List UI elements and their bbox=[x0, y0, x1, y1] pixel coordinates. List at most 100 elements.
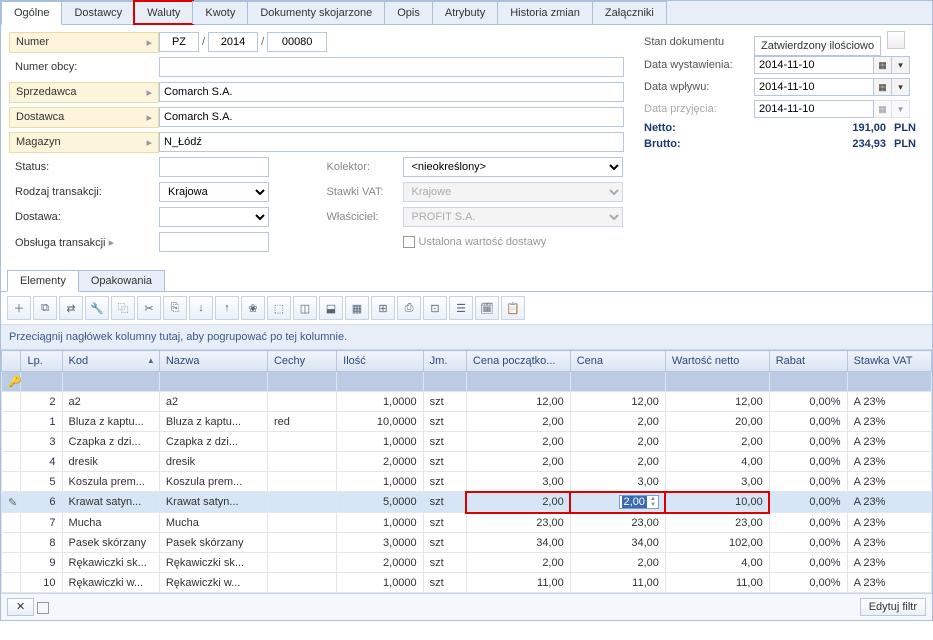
cell[interactable]: szt bbox=[423, 573, 466, 593]
cell[interactable]: 34,00 bbox=[466, 533, 570, 553]
table-row[interactable]: 9Rękawiczki sk...Rękawiczki sk...2,0000s… bbox=[2, 553, 932, 573]
cell[interactable]: 12,00 bbox=[665, 392, 769, 412]
status-input[interactable] bbox=[159, 157, 269, 177]
cell[interactable]: 2,00 bbox=[570, 412, 665, 432]
filter-row[interactable]: 🔑 bbox=[2, 372, 932, 392]
cell[interactable]: Rękawiczki w... bbox=[62, 573, 159, 593]
cell[interactable]: 2,00 bbox=[466, 412, 570, 432]
cell[interactable] bbox=[2, 392, 21, 412]
cell[interactable]: A 23% bbox=[847, 492, 931, 513]
dropdown-icon[interactable]: ▾ bbox=[892, 56, 910, 74]
column-header[interactable]: Rabat bbox=[769, 351, 847, 372]
cell[interactable]: Rękawiczki sk... bbox=[159, 553, 267, 573]
column-header[interactable] bbox=[2, 351, 21, 372]
cell[interactable]: 5,0000 bbox=[337, 492, 424, 513]
cell[interactable]: 3,00 bbox=[665, 472, 769, 492]
cell[interactable]: szt bbox=[423, 533, 466, 553]
cell[interactable]: 2,00 bbox=[466, 452, 570, 472]
cell[interactable]: 3,00 bbox=[466, 472, 570, 492]
cell[interactable]: 0,00% bbox=[769, 533, 847, 553]
cell[interactable]: 2,00 bbox=[665, 432, 769, 452]
tab-dokumenty-skojarzone[interactable]: Dokumenty skojarzone bbox=[247, 1, 385, 24]
cell[interactable]: 2,00 bbox=[570, 452, 665, 472]
toolbar-button-8[interactable]: ↑ bbox=[215, 296, 239, 320]
obsluga-input[interactable] bbox=[159, 232, 269, 252]
cell[interactable]: 2,0000 bbox=[337, 452, 424, 472]
cell[interactable]: Rękawiczki sk... bbox=[62, 553, 159, 573]
cell[interactable]: 102,00 bbox=[665, 533, 769, 553]
toolbar-button-17[interactable]: ☰ bbox=[449, 296, 473, 320]
toolbar-button-5[interactable]: ✂ bbox=[137, 296, 161, 320]
cell[interactable]: A 23% bbox=[847, 412, 931, 432]
cell[interactable] bbox=[2, 533, 21, 553]
sprzedawca-input[interactable] bbox=[159, 82, 624, 102]
dostawa-select[interactable] bbox=[159, 207, 269, 227]
cell[interactable]: 20,00 bbox=[665, 412, 769, 432]
cell[interactable]: 9 bbox=[21, 553, 62, 573]
cell[interactable]: Koszula prem... bbox=[159, 472, 267, 492]
table-row[interactable]: 5Koszula prem...Koszula prem...1,0000szt… bbox=[2, 472, 932, 492]
toolbar-button-14[interactable]: ⊞ bbox=[371, 296, 395, 320]
dostawca-input[interactable] bbox=[159, 107, 624, 127]
cell[interactable]: Czapka z dzi... bbox=[62, 432, 159, 452]
cell[interactable]: 0,00% bbox=[769, 472, 847, 492]
toolbar-button-7[interactable]: ↓ bbox=[189, 296, 213, 320]
toolbar-button-11[interactable]: ◫ bbox=[293, 296, 317, 320]
cell[interactable]: 2,00 bbox=[466, 432, 570, 452]
spin-down-icon[interactable]: ▼ bbox=[650, 502, 656, 508]
cell[interactable] bbox=[267, 533, 336, 553]
tab-waluty[interactable]: Waluty bbox=[134, 1, 193, 24]
cell[interactable]: Bluza z kaptu... bbox=[159, 412, 267, 432]
calendar-icon[interactable]: ▦ bbox=[874, 78, 892, 96]
cell[interactable]: 2,00 bbox=[570, 432, 665, 452]
tab-załączniki[interactable]: Załączniki bbox=[592, 1, 667, 24]
cell[interactable]: A 23% bbox=[847, 513, 931, 533]
cell[interactable]: 1,0000 bbox=[337, 432, 424, 452]
tab-dostawcy[interactable]: Dostawcy bbox=[61, 1, 135, 24]
cell[interactable]: A 23% bbox=[847, 472, 931, 492]
cell[interactable]: 0,00% bbox=[769, 432, 847, 452]
cell[interactable]: 12,00 bbox=[570, 392, 665, 412]
cell[interactable] bbox=[267, 553, 336, 573]
cell[interactable]: 0,00% bbox=[769, 452, 847, 472]
table-row[interactable]: 1Bluza z kaptu...Bluza z kaptu...red10,0… bbox=[2, 412, 932, 432]
cell[interactable] bbox=[2, 553, 21, 573]
cell[interactable]: Krawat satyn... bbox=[159, 492, 267, 513]
cell[interactable] bbox=[267, 472, 336, 492]
tab-opis[interactable]: Opis bbox=[384, 1, 433, 24]
cell[interactable] bbox=[2, 513, 21, 533]
toolbar-button-9[interactable]: ❀ bbox=[241, 296, 265, 320]
cell[interactable]: Pasek skórzany bbox=[62, 533, 159, 553]
cell[interactable]: 4,00 bbox=[665, 452, 769, 472]
cell[interactable]: A 23% bbox=[847, 533, 931, 553]
cell[interactable]: 10,0000 bbox=[337, 412, 424, 432]
table-row[interactable]: 7MuchaMucha1,0000szt23,0023,0023,000,00%… bbox=[2, 513, 932, 533]
edit-filter-button[interactable]: Edytuj filtr bbox=[860, 598, 926, 616]
dropdown-icon[interactable]: ▾ bbox=[892, 78, 910, 96]
cell[interactable]: 0,00% bbox=[769, 573, 847, 593]
cell[interactable]: szt bbox=[423, 392, 466, 412]
cell[interactable]: 2,00 bbox=[466, 553, 570, 573]
cell[interactable]: 2,00 bbox=[466, 492, 570, 513]
toolbar-button-15[interactable]: ⎙ bbox=[397, 296, 421, 320]
cell[interactable]: Mucha bbox=[159, 513, 267, 533]
toolbar-button-6[interactable]: ⎘ bbox=[163, 296, 187, 320]
cell[interactable] bbox=[267, 573, 336, 593]
cena-editor[interactable]: 2,00▲▼ bbox=[619, 495, 659, 509]
column-header[interactable]: Jm. bbox=[423, 351, 466, 372]
rodzaj-select[interactable]: Krajowa bbox=[159, 182, 269, 202]
table-row[interactable]: 8Pasek skórzanyPasek skórzany3,0000szt34… bbox=[2, 533, 932, 553]
data-wplywu-input[interactable] bbox=[754, 78, 874, 96]
column-header[interactable]: Kod▲ bbox=[62, 351, 159, 372]
cell[interactable]: Bluza z kaptu... bbox=[62, 412, 159, 432]
cell[interactable]: 11,00 bbox=[665, 573, 769, 593]
group-hint[interactable]: Przeciągnij nagłówek kolumny tutaj, aby … bbox=[1, 325, 932, 350]
filter-checkbox[interactable] bbox=[37, 602, 49, 614]
kolektor-select[interactable]: <nieokreślony> bbox=[403, 157, 623, 177]
numer-prefix-input[interactable] bbox=[159, 32, 199, 52]
numer-obcy-input[interactable] bbox=[159, 57, 624, 77]
cell[interactable]: Krawat satyn... bbox=[62, 492, 159, 513]
cell[interactable]: 4 bbox=[21, 452, 62, 472]
cell[interactable]: 23,00 bbox=[665, 513, 769, 533]
toolbar-button-18[interactable]: 🗓 bbox=[475, 296, 499, 320]
